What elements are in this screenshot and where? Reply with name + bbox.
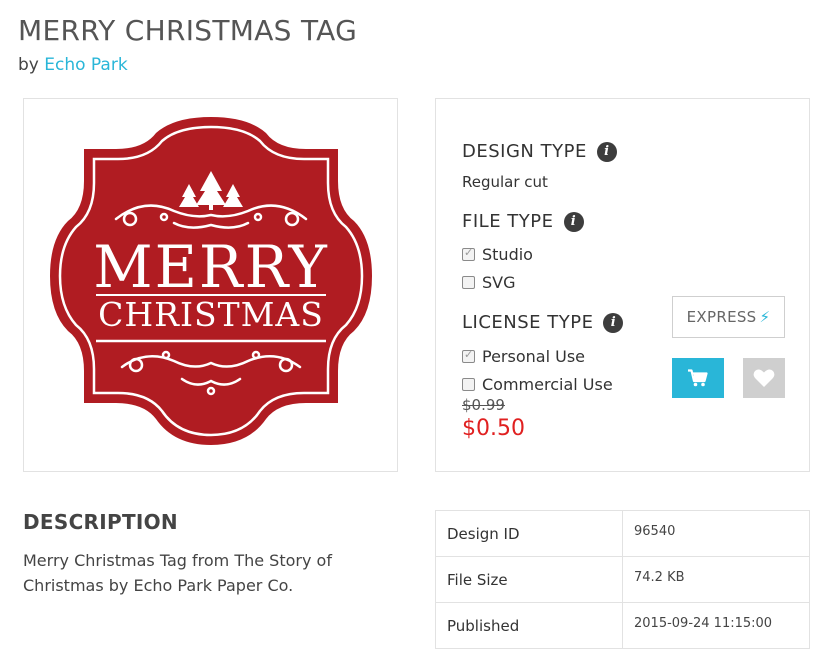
- commercial-use-label: Commercial Use: [482, 375, 613, 394]
- table-row: Design ID 96540: [435, 510, 810, 557]
- original-price: $0.99: [462, 396, 505, 414]
- design-type-heading: DESIGN TYPE i: [462, 141, 617, 162]
- detail-value: 74.2 KB: [622, 556, 810, 603]
- options-panel: DESIGN TYPE i Regular cut FILE TYPE i St…: [435, 98, 810, 472]
- personal-use-checkbox[interactable]: [462, 348, 475, 363]
- sale-price: $0.50: [462, 416, 525, 441]
- file-type-heading: FILE TYPE i: [462, 211, 584, 232]
- design-type-value: Regular cut: [462, 173, 548, 191]
- design-type-label: DESIGN TYPE: [462, 141, 587, 162]
- product-image: MERRY CHRISTMAS: [50, 117, 372, 445]
- info-icon[interactable]: i: [563, 211, 584, 232]
- license-type-label: LICENSE TYPE: [462, 312, 594, 333]
- byline-prefix: by: [18, 55, 39, 75]
- svg-label: SVG: [482, 273, 516, 292]
- cart-icon: [688, 369, 708, 387]
- artwork-line1: MERRY: [93, 233, 329, 301]
- file-type-label: FILE TYPE: [462, 211, 554, 232]
- detail-label: Design ID: [435, 510, 623, 557]
- detail-label: Published: [435, 602, 623, 649]
- detail-label: File Size: [435, 556, 623, 603]
- favorite-button[interactable]: [743, 358, 785, 398]
- license-type-heading: LICENSE TYPE i: [462, 312, 624, 333]
- studio-checkbox[interactable]: [462, 246, 475, 261]
- detail-value: 2015-09-24 11:15:00: [622, 602, 810, 649]
- description-heading: DESCRIPTION: [23, 510, 178, 534]
- express-label: EXPRESS: [686, 308, 757, 326]
- table-row: File Size 74.2 KB: [435, 556, 810, 603]
- details-table: Design ID 96540 File Size 74.2 KB Publis…: [435, 510, 810, 649]
- license-personal-option[interactable]: Personal Use: [462, 347, 585, 366]
- file-type-svg-option[interactable]: SVG: [462, 273, 516, 292]
- personal-use-label: Personal Use: [482, 347, 585, 366]
- byline: by Echo Park: [18, 55, 128, 75]
- express-button[interactable]: EXPRESS ⚡︎: [672, 296, 785, 338]
- designer-link[interactable]: Echo Park: [44, 55, 127, 75]
- table-row: Published 2015-09-24 11:15:00: [435, 602, 810, 649]
- file-type-studio-option[interactable]: Studio: [462, 245, 533, 264]
- svg-checkbox[interactable]: [462, 276, 475, 289]
- commercial-use-checkbox[interactable]: [462, 378, 475, 391]
- detail-value: 96540: [622, 510, 810, 557]
- add-to-cart-button[interactable]: [672, 358, 724, 398]
- license-commercial-option[interactable]: Commercial Use: [462, 375, 613, 394]
- product-image-panel: MERRY CHRISTMAS: [23, 98, 398, 472]
- info-icon[interactable]: i: [596, 141, 617, 162]
- studio-label: Studio: [482, 245, 533, 264]
- heart-icon: [753, 369, 775, 387]
- artwork-line2: CHRISTMAS: [98, 295, 324, 334]
- description-text: Merry Christmas Tag from The Story of Ch…: [23, 551, 332, 595]
- info-icon[interactable]: i: [603, 312, 624, 333]
- product-title: MERRY CHRISTMAS TAG: [18, 14, 358, 47]
- lightning-icon: ⚡︎: [759, 308, 771, 326]
